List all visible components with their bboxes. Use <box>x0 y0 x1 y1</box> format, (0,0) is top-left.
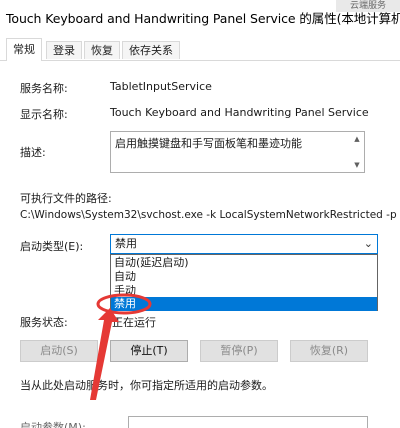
display-name-value: Touch Keyboard and Handwriting Panel Ser… <box>110 106 369 119</box>
startup-option-disabled[interactable]: 禁用 <box>111 297 377 311</box>
startup-type-selected: 禁用 <box>115 237 137 250</box>
description-value: 启用触摸键盘和手写面板笔和墨迹功能 <box>115 137 302 150</box>
tab-recovery[interactable]: 恢复 <box>84 41 120 59</box>
title-bar: Touch Keyboard and Handwriting Panel Ser… <box>0 0 400 34</box>
startup-option-manual[interactable]: 手动 <box>111 284 377 298</box>
stop-button[interactable]: 停止(T) <box>110 340 188 362</box>
scroll-up-icon[interactable]: ▲ <box>351 133 363 145</box>
dialog-title: Touch Keyboard and Handwriting Panel Ser… <box>6 11 400 26</box>
service-name-value: TabletInputService <box>110 80 212 93</box>
display-name-label: 显示名称: <box>20 108 68 121</box>
startup-type-label: 启动类型(E): <box>20 240 84 253</box>
start-params-input[interactable] <box>128 416 368 428</box>
startup-option-auto-delayed[interactable]: 自动(延迟启动) <box>111 256 377 270</box>
start-params-label: 启动参数(M): <box>20 421 86 428</box>
tab-logon[interactable]: 登录 <box>46 41 82 59</box>
description-label: 描述: <box>20 146 46 159</box>
chevron-down-icon[interactable]: ⌄ <box>364 235 373 253</box>
startup-type-dropdown: 自动(延迟启动) 自动 手动 禁用 <box>110 254 378 311</box>
service-status-label: 服务状态: <box>20 316 68 329</box>
exe-path-value: C:\Windows\System32\svchost.exe -k Local… <box>20 209 397 221</box>
tab-dependencies[interactable]: 依存关系 <box>122 41 180 59</box>
description-box[interactable]: 启用触摸键盘和手写面板笔和墨迹功能 ▲ ▼ <box>110 131 365 173</box>
startup-option-auto[interactable]: 自动 <box>111 270 377 284</box>
service-name-label: 服务名称: <box>20 82 68 95</box>
tab-strip: 常规 登录 恢复 依存关系 <box>0 34 400 61</box>
service-status-value: 正在运行 <box>112 316 156 329</box>
service-properties-dialog: 云端服务 Touch Keyboard and Handwriting Pane… <box>0 0 400 428</box>
resume-button[interactable]: 恢复(R) <box>290 340 368 362</box>
tab-general[interactable]: 常规 <box>6 38 42 61</box>
startup-type-select[interactable]: 禁用 ⌄ <box>110 234 378 254</box>
exe-path-label: 可执行文件的路径: <box>20 192 112 205</box>
start-params-hint: 当从此处启动服务时，你可指定所适用的启动参数。 <box>20 379 273 392</box>
pause-button[interactable]: 暂停(P) <box>200 340 278 362</box>
scroll-down-icon[interactable]: ▼ <box>351 159 363 171</box>
start-button[interactable]: 启动(S) <box>20 340 98 362</box>
